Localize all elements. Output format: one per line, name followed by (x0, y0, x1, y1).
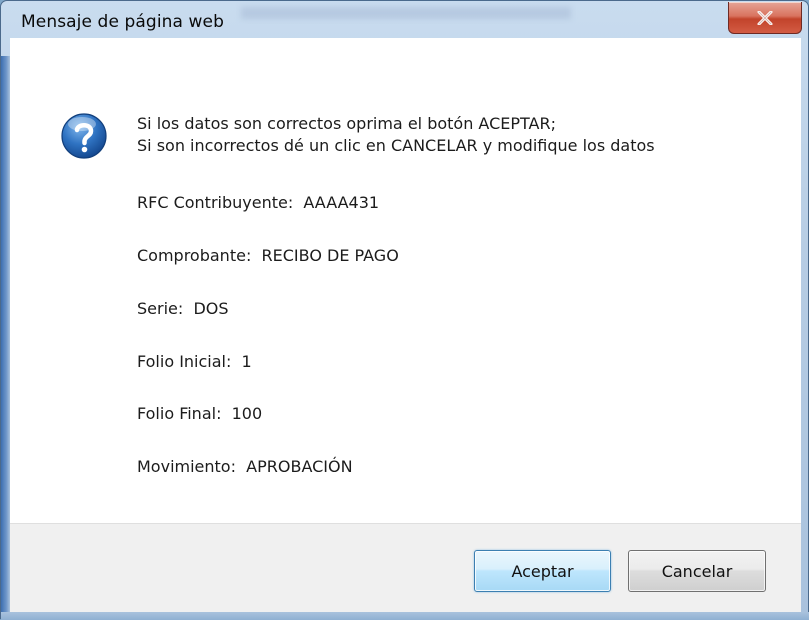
field-movimiento: Movimiento: APROBACIÓN (137, 457, 353, 477)
field-folio-inicial-label: Folio Inicial: (137, 352, 232, 371)
field-serie-label: Serie: (137, 299, 184, 318)
field-serie-value: DOS (193, 299, 229, 318)
field-serie: Serie: DOS (137, 299, 229, 319)
close-icon (757, 10, 773, 25)
close-button[interactable] (728, 2, 802, 34)
field-comprobante-label: Comprobante: (137, 246, 252, 265)
message-line-2: Si son incorrectos dé un clic en CANCELA… (137, 136, 655, 155)
window-left-edge (1, 56, 10, 612)
message-line-1: Si los datos son correctos oprima el bot… (137, 114, 557, 133)
question-icon (61, 113, 107, 159)
field-folio-inicial: Folio Inicial: 1 (137, 352, 252, 372)
dialog-window: Mensaje de página web Si los datos son c… (0, 0, 809, 620)
field-rfc-value: AAAA431 (303, 193, 380, 212)
title-bar-background-text (241, 7, 571, 19)
field-comprobante-value: RECIBO DE PAGO (261, 246, 399, 265)
field-rfc: RFC Contribuyente: AAAA431 (137, 193, 379, 213)
field-movimiento-value: APROBACIÓN (246, 457, 353, 476)
field-folio-final-label: Folio Final: (137, 404, 222, 423)
field-comprobante: Comprobante: RECIBO DE PAGO (137, 246, 399, 266)
field-folio-final: Folio Final: 100 (137, 404, 262, 424)
cancel-button[interactable]: Cancelar (628, 550, 766, 592)
accept-button[interactable]: Aceptar (474, 550, 611, 592)
field-folio-inicial-value: 1 (241, 352, 252, 371)
field-movimiento-label: Movimiento: (137, 457, 236, 476)
dialog-title: Mensaje de página web (21, 12, 224, 32)
field-folio-final-value: 100 (231, 404, 263, 423)
field-rfc-label: RFC Contribuyente: (137, 193, 294, 212)
dialog-content (10, 38, 801, 523)
